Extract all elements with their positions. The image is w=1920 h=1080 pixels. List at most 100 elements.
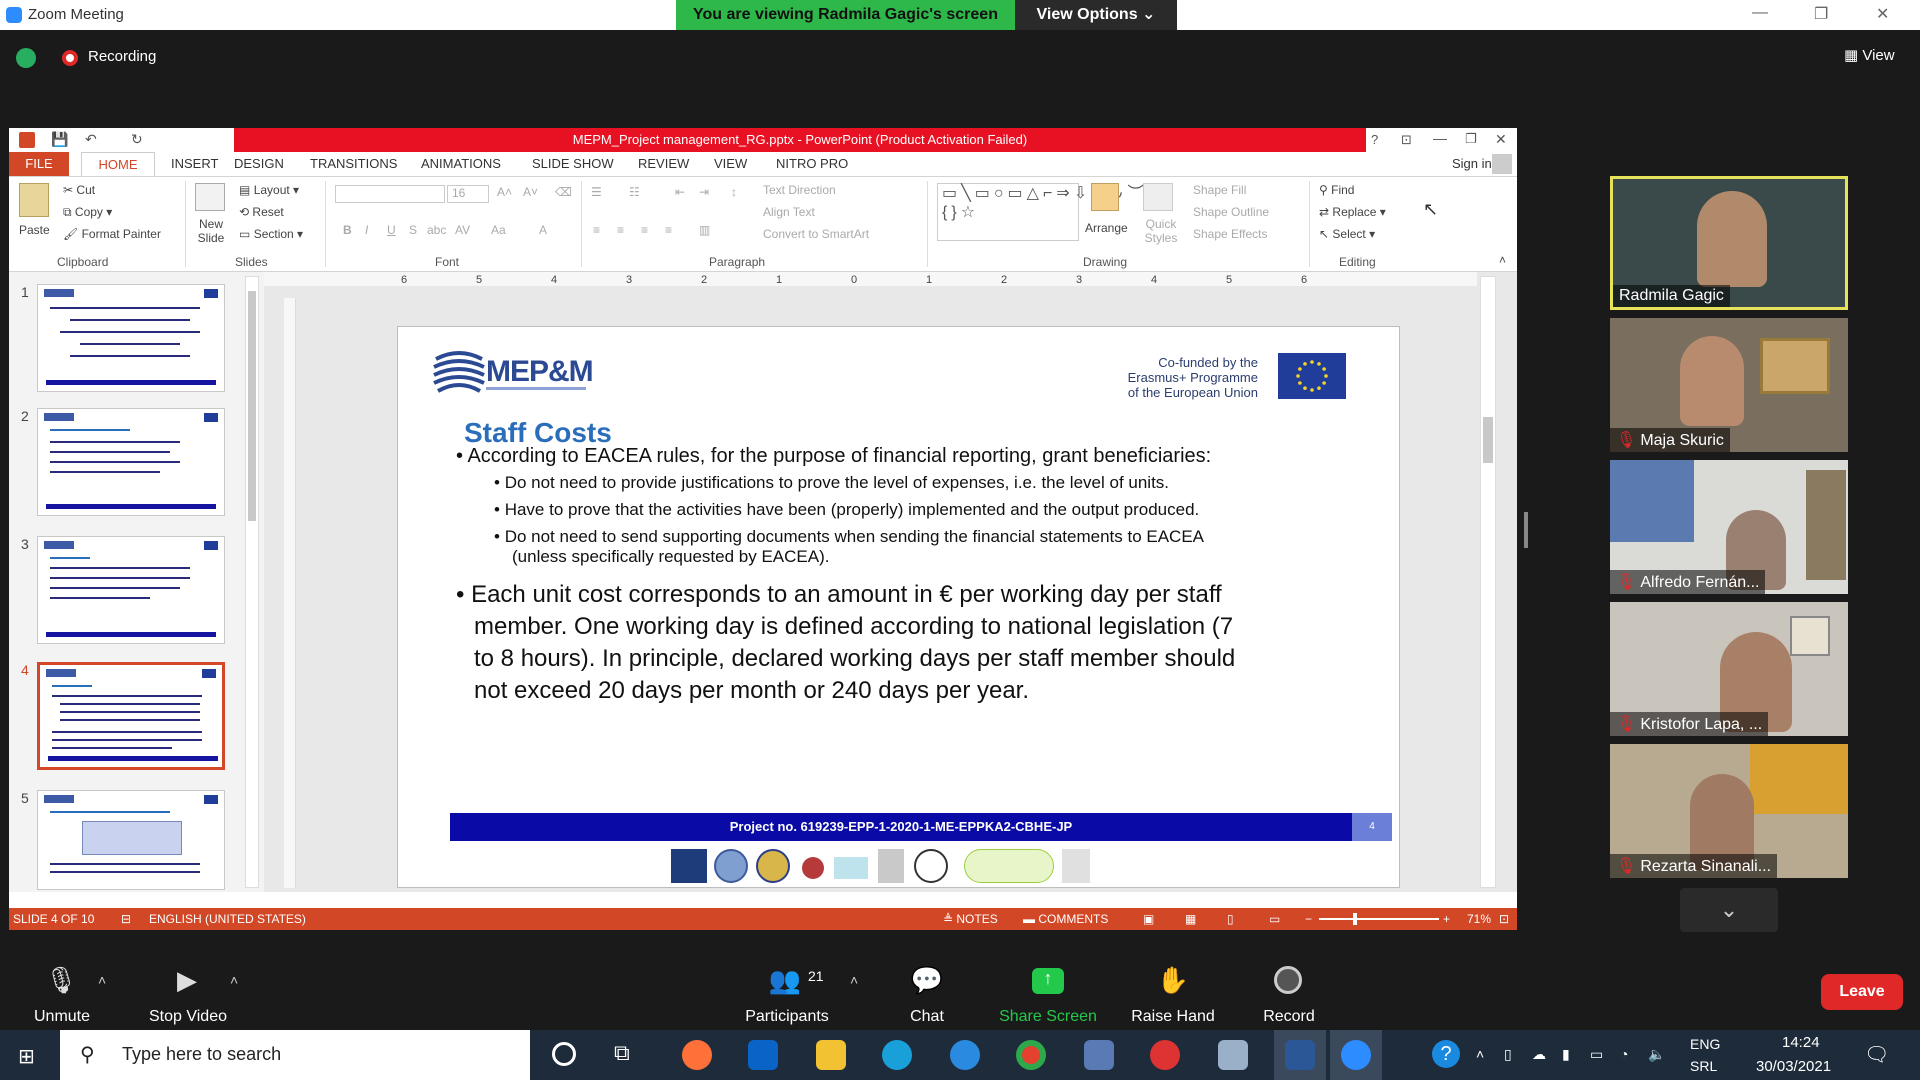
spellcheck-icon[interactable]: ⊟ [121, 912, 131, 926]
change-case-icon[interactable]: Aa [491, 223, 506, 237]
find-button[interactable]: ⚲ Find [1319, 183, 1354, 197]
grow-font-icon[interactable]: A˄ [497, 185, 512, 199]
redo-icon[interactable]: ↻ [131, 131, 143, 148]
shape-fill-button[interactable]: Shape Fill [1193, 183, 1246, 197]
notes-button[interactable]: ≜ NOTES [943, 912, 998, 926]
shape-effects-button[interactable]: Shape Effects [1193, 227, 1268, 241]
tab-nitro-pro[interactable]: NITRO PRO [776, 156, 848, 171]
text-direction-button[interactable]: Text Direction [763, 183, 836, 197]
slide-thumbnail-2[interactable] [37, 408, 225, 516]
ppt-restore-icon[interactable]: ❐ [1465, 131, 1477, 147]
share-screen-button[interactable]: Share Screen [994, 1008, 1102, 1026]
ppt-minimize-icon[interactable]: — [1433, 130, 1447, 146]
reading-view-icon[interactable]: ▯ [1227, 912, 1234, 926]
share-screen-icon[interactable]: ↑ [1032, 968, 1064, 994]
file-explorer-icon[interactable] [816, 1040, 846, 1070]
underline-icon[interactable]: U [387, 223, 396, 237]
font-name-input[interactable] [335, 185, 445, 203]
fit-slide-icon[interactable]: ⊡ [1499, 912, 1509, 926]
windows-start-icon[interactable]: ⊞ [18, 1044, 40, 1068]
strikethrough-icon[interactable]: abc [427, 223, 446, 237]
clear-format-icon[interactable]: ⌫ [555, 185, 572, 199]
participants-icon[interactable]: 👥 [768, 965, 802, 999]
slide-sorter-icon[interactable]: ▦ [1185, 912, 1196, 926]
battery-icon[interactable]: ▭ [1590, 1046, 1603, 1063]
chrome-icon[interactable] [1016, 1040, 1046, 1070]
clock-date[interactable]: 30/03/2021 [1756, 1058, 1831, 1075]
minimize-icon[interactable]: — [1752, 4, 1768, 22]
save-icon[interactable]: 💾 [51, 131, 68, 148]
notifications-icon[interactable]: 🗨 [1864, 1042, 1889, 1067]
zoom-taskbar-icon[interactable] [1341, 1040, 1371, 1070]
paste-icon[interactable] [19, 183, 49, 217]
language-label[interactable]: ENGLISH (UNITED STATES) [149, 912, 306, 926]
columns-icon[interactable]: ▥ [699, 223, 710, 237]
participant-video-1[interactable]: Radmila Gagic [1610, 176, 1848, 310]
raise-hand-button[interactable]: Raise Hand [1126, 1008, 1220, 1026]
align-right-icon[interactable]: ≡ [641, 223, 648, 237]
wifi-icon[interactable]: ◔ [1620, 1046, 1628, 1062]
align-left-icon[interactable]: ≡ [593, 223, 600, 237]
shape-outline-button[interactable]: Shape Outline [1193, 205, 1269, 219]
bold-icon[interactable]: B [343, 223, 352, 237]
cut-button[interactable]: ✂ Cut [63, 183, 95, 197]
numbering-icon[interactable]: ☷ [629, 185, 640, 199]
participants-button[interactable]: Participants [735, 1008, 839, 1026]
scrollbar-thumb[interactable] [1483, 417, 1493, 463]
unmute-button[interactable]: Unmute [20, 1008, 104, 1026]
tray-usb-icon[interactable]: ▮ [1562, 1046, 1570, 1063]
replace-button[interactable]: ⇄ Replace ▾ [1319, 205, 1386, 219]
section-button[interactable]: ▭ Section ▾ [239, 227, 303, 241]
comments-button[interactable]: ▬ COMMENTS [1023, 912, 1108, 926]
participant-video-5[interactable]: 🎙 Rezarta Sinanali... [1610, 744, 1848, 878]
raise-hand-icon[interactable]: ✋ [1156, 965, 1190, 999]
app-icon[interactable] [1218, 1040, 1248, 1070]
tab-file[interactable]: FILE [9, 152, 69, 176]
video-icon[interactable]: ▶ [170, 965, 204, 999]
stop-video-button[interactable]: Stop Video [140, 1008, 236, 1026]
char-spacing-icon[interactable]: AV [455, 223, 470, 237]
arrange-icon[interactable] [1091, 183, 1119, 211]
scrollbar-thumb[interactable] [248, 291, 256, 521]
account-avatar-icon[interactable] [1492, 154, 1512, 174]
slide-scrollbar[interactable] [1480, 276, 1496, 888]
help-icon[interactable]: ? [1371, 132, 1378, 147]
language-eng[interactable]: ENG [1690, 1036, 1720, 1052]
slide-canvas[interactable]: MEP&M Co-funded by the Erasmus+ Programm… [397, 326, 1400, 888]
collapse-ribbon-icon[interactable]: ˄ [1499, 253, 1506, 267]
undo-icon[interactable]: ↶ [85, 131, 97, 148]
view-options-button[interactable]: View Options ⌄ [1015, 0, 1177, 30]
tray-device-icon[interactable]: ▯ [1504, 1046, 1512, 1063]
slide-thumbnail-5[interactable] [37, 790, 225, 890]
more-participants-chevron-down-icon[interactable]: ⌄ [1680, 888, 1778, 932]
bullets-icon[interactable]: ☰ [591, 185, 602, 199]
arrange-button[interactable]: Arrange [1085, 221, 1128, 235]
tab-design[interactable]: DESIGN [234, 156, 284, 171]
view-button[interactable]: ▦ View [1844, 46, 1895, 64]
decrease-indent-icon[interactable]: ⇤ [675, 185, 685, 199]
tab-view[interactable]: VIEW [714, 156, 747, 171]
italic-icon[interactable]: I [365, 223, 368, 237]
layout-button[interactable]: ▤ Layout ▾ [239, 183, 299, 197]
record-button[interactable]: Record [1254, 1008, 1324, 1026]
record-icon[interactable] [1274, 966, 1302, 994]
shapes-gallery[interactable]: ▭╲▭○▭△⌐⇒⇩▭∿︶{}☆ [937, 183, 1144, 241]
reset-button[interactable]: ⟲ Reset [239, 205, 284, 219]
video-options-chevron-icon[interactable]: ˄ [230, 972, 238, 988]
tray-expand-icon[interactable]: ˄ [1476, 1046, 1484, 1062]
help-tray-icon[interactable]: ? [1432, 1040, 1460, 1068]
audio-options-chevron-icon[interactable]: ˄ [98, 972, 106, 988]
tab-home[interactable]: HOME [81, 152, 155, 178]
font-size-input[interactable]: 16 [447, 185, 489, 203]
align-text-button[interactable]: Align Text [763, 205, 815, 219]
slide-thumbnail-3[interactable] [37, 536, 225, 644]
zoom-in-icon[interactable]: + [1443, 912, 1450, 926]
participant-video-4[interactable]: 🎙 Kristofor Lapa, ... [1610, 602, 1848, 736]
tab-slide-show[interactable]: SLIDE SHOW [532, 156, 614, 171]
close-icon[interactable]: ✕ [1876, 4, 1889, 24]
leave-button[interactable]: Leave [1821, 974, 1903, 1010]
justify-icon[interactable]: ≡ [665, 223, 672, 237]
tab-review[interactable]: REVIEW [638, 156, 689, 171]
chat-button[interactable]: Chat [897, 1008, 957, 1026]
select-button[interactable]: ↖ Select ▾ [1319, 227, 1375, 241]
